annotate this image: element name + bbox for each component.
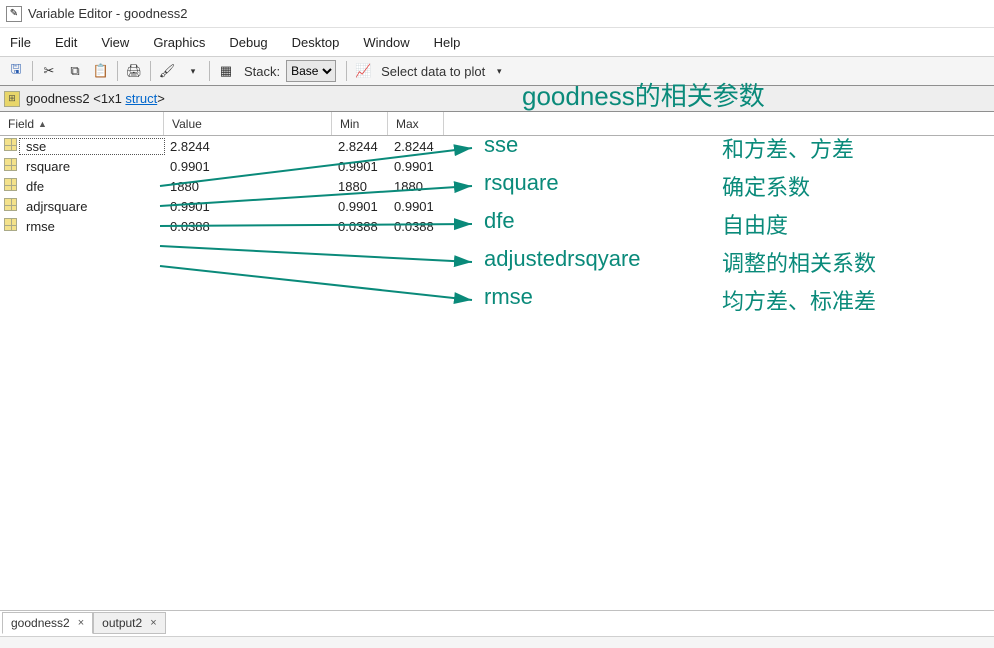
plot-dropdown-icon[interactable]: ▾ (487, 59, 511, 83)
annotation-en: rmse (484, 284, 533, 310)
toolbar: 🖫 ✂ ⧉ 📋 🖨 🖌 ▾ ▦ Stack: Base 📈 Select dat… (0, 56, 994, 86)
menu-graphics[interactable]: Graphics (153, 35, 205, 50)
menu-bar: File Edit View Graphics Debug Desktop Wi… (0, 28, 994, 56)
struct-icon: ⊞ (4, 91, 20, 107)
window-title: Variable Editor - goodness2 (28, 6, 187, 21)
close-icon[interactable]: × (78, 617, 84, 629)
plot-label: Select data to plot (381, 64, 485, 79)
app-icon: ✎ (6, 6, 22, 22)
menu-view[interactable]: View (101, 35, 129, 50)
document-tabs: goodness2 × output2 × (0, 610, 994, 636)
table-row[interactable]: rsquare 0.9901 0.9901 0.9901 (0, 156, 994, 176)
menu-edit[interactable]: Edit (55, 35, 77, 50)
field-icon (4, 158, 17, 171)
stack-select[interactable]: Base (286, 60, 336, 82)
menu-desktop[interactable]: Desktop (292, 35, 340, 50)
title-bar: ✎ Variable Editor - goodness2 (0, 0, 994, 28)
print-icon[interactable]: 🖨 (122, 59, 146, 83)
struct-link[interactable]: struct (125, 91, 157, 106)
table-row[interactable]: sse 2.8244 2.8244 2.8244 (0, 136, 994, 156)
table-row[interactable]: adjrsquare 0.9901 0.9901 0.9901 (0, 196, 994, 216)
brush-icon[interactable]: 🖌 (155, 59, 179, 83)
field-icon (4, 218, 17, 231)
field-icon (4, 198, 17, 211)
status-strip (0, 636, 994, 648)
stack-label: Stack: (244, 64, 280, 79)
dropdown-icon[interactable]: ▾ (181, 59, 205, 83)
annotation-zh: 均方差、标准差 (722, 284, 876, 316)
grid-header: Field▲ Value Min Max (0, 112, 994, 136)
path-bar: ⊞ goodness2 <1x1 struct> (0, 86, 994, 112)
save-icon[interactable]: 🖫 (4, 59, 28, 83)
plot-icon[interactable]: 📈 (351, 59, 375, 83)
struct-grid: Field▲ Value Min Max sse 2.8244 2.8244 2… (0, 112, 994, 236)
grid-body: sse 2.8244 2.8244 2.8244 rsquare 0.9901 … (0, 136, 994, 236)
menu-help[interactable]: Help (434, 35, 461, 50)
col-max[interactable]: Max (388, 112, 444, 135)
menu-window[interactable]: Window (363, 35, 409, 50)
col-min[interactable]: Min (332, 112, 388, 135)
paste-icon[interactable]: 📋 (89, 59, 113, 83)
sort-asc-icon: ▲ (38, 119, 47, 129)
annotation-en: adjustedrsqyare (484, 246, 641, 272)
table-row[interactable]: dfe 1880 1880 1880 (0, 176, 994, 196)
tab-output2[interactable]: output2 × (93, 612, 165, 634)
table-row[interactable]: rmse 0.0388 0.0388 0.0388 (0, 216, 994, 236)
copy-icon[interactable]: ⧉ (63, 59, 87, 83)
col-value[interactable]: Value (164, 112, 332, 135)
menu-file[interactable]: File (10, 35, 31, 50)
annotation-zh: 调整的相关系数 (722, 246, 876, 278)
close-icon[interactable]: × (150, 617, 156, 629)
field-icon (4, 138, 17, 151)
field-icon (4, 178, 17, 191)
col-field[interactable]: Field▲ (0, 112, 164, 135)
variable-path: goodness2 <1x1 struct> (26, 91, 165, 106)
cut-icon[interactable]: ✂ (37, 59, 61, 83)
menu-debug[interactable]: Debug (229, 35, 267, 50)
tab-goodness2[interactable]: goodness2 × (2, 612, 93, 634)
grid-icon[interactable]: ▦ (214, 59, 238, 83)
